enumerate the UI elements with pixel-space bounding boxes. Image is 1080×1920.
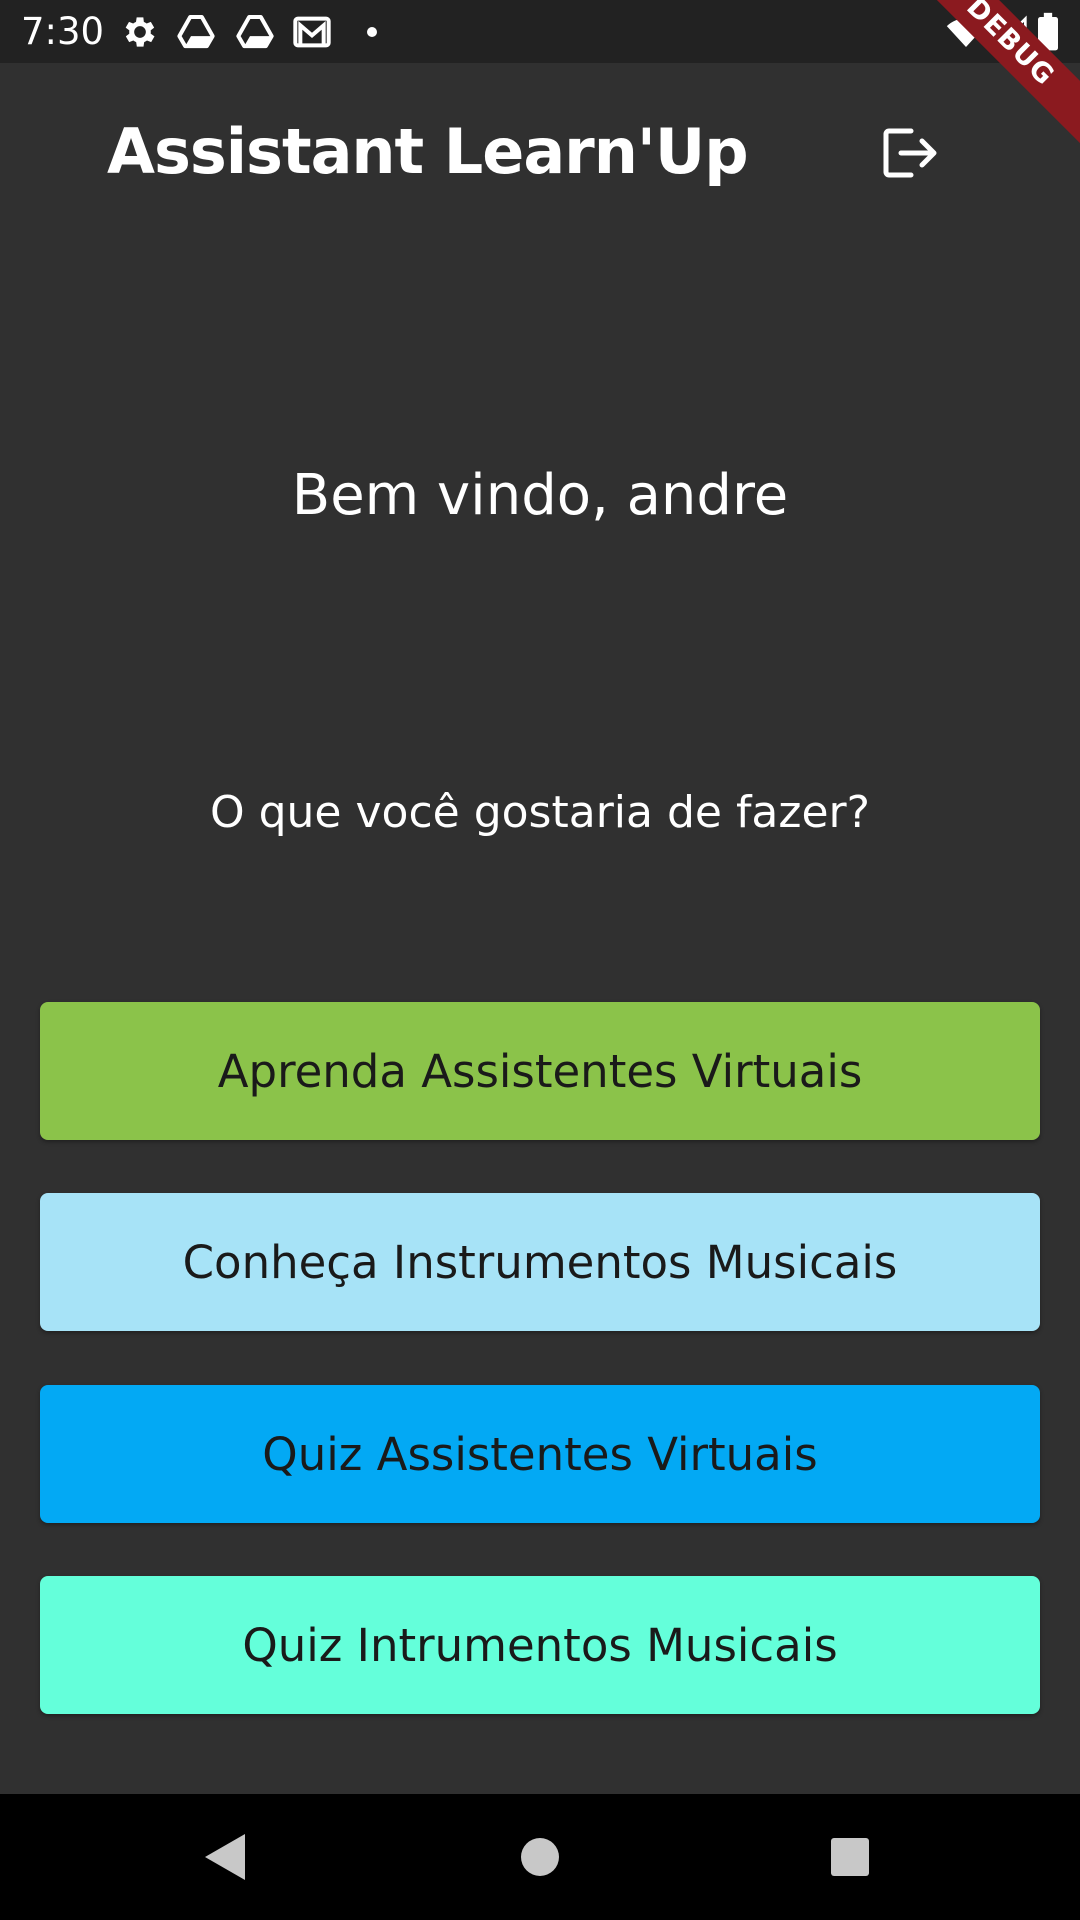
question-text: O que você gostaria de fazer? bbox=[210, 787, 870, 838]
discover-instruments-button[interactable]: Conheça Instrumentos Musicais bbox=[40, 1193, 1040, 1331]
logout-button[interactable] bbox=[875, 118, 945, 188]
learn-assistants-button[interactable]: Aprenda Assistentes Virtuais bbox=[40, 1002, 1040, 1140]
app-bar: Assistant Learn'Up bbox=[0, 63, 1080, 238]
logout-icon bbox=[883, 128, 937, 178]
gmail-icon bbox=[293, 16, 331, 48]
gear-icon bbox=[125, 17, 155, 47]
welcome-text: Bem vindo, andre bbox=[291, 463, 789, 528]
drive-icon bbox=[236, 15, 274, 49]
status-bar: 7:30 bbox=[0, 0, 1080, 63]
status-time: 7:30 bbox=[21, 10, 105, 53]
quiz-assistants-button[interactable]: Quiz Assistentes Virtuais bbox=[40, 1385, 1040, 1523]
back-icon[interactable] bbox=[205, 1834, 245, 1880]
app-title: Assistant Learn'Up bbox=[107, 115, 749, 188]
app-screen: 7:30 DEBUG Assistant Learn'Up Bem vindo,… bbox=[0, 0, 1080, 1920]
navigation-bar bbox=[0, 1794, 1080, 1920]
drive-icon bbox=[177, 15, 215, 49]
home-icon[interactable] bbox=[521, 1838, 559, 1876]
recents-icon[interactable] bbox=[831, 1838, 869, 1876]
notification-dot-icon bbox=[367, 27, 377, 37]
quiz-instruments-button[interactable]: Quiz Intrumentos Musicais bbox=[40, 1576, 1040, 1714]
